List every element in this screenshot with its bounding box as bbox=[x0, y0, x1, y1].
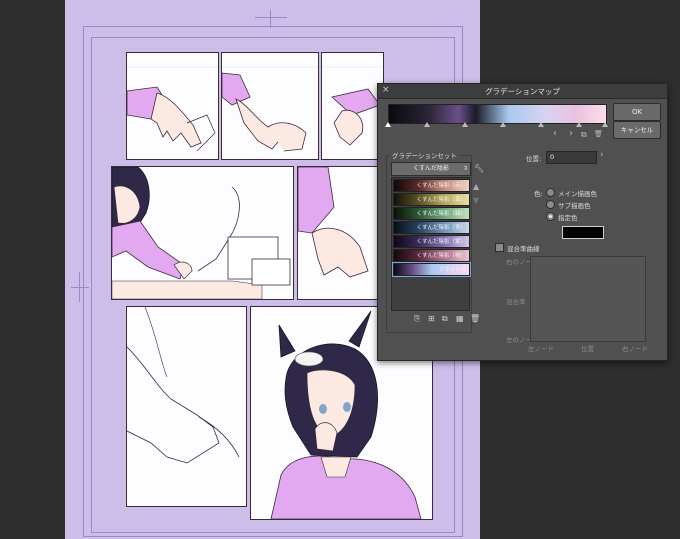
gradient-set-dropdown[interactable]: くすんだ陰影 ⇕ bbox=[391, 162, 471, 176]
crop-mark-left bbox=[71, 287, 89, 288]
radio-main-color[interactable] bbox=[546, 188, 555, 197]
bottom-right-node-label: 右ノード bbox=[622, 345, 648, 353]
crop-mark-top bbox=[270, 10, 271, 28]
position-chevron-icon[interactable]: › bbox=[600, 150, 604, 160]
gradient-stop-1[interactable] bbox=[424, 122, 430, 127]
mix-curve-label: 混合率曲線 bbox=[507, 245, 540, 253]
gradient-stop-3[interactable] bbox=[500, 122, 506, 127]
panel-1-hands[interactable] bbox=[126, 52, 219, 160]
gradient-item-label: くすんだ陰影（青） bbox=[416, 225, 466, 231]
mix-rate-label: 混合率 bbox=[506, 298, 526, 306]
gradient-stop-6[interactable] bbox=[602, 122, 608, 127]
gradient-item-label: くすんだ陰影（紫） bbox=[416, 239, 466, 245]
new-gradient-icon[interactable]: ⊞ bbox=[428, 314, 435, 323]
radio-specified-color-label: 指定色 bbox=[558, 214, 578, 222]
wrench-icon[interactable]: 🔧︎ bbox=[474, 164, 484, 173]
gradient-set-list[interactable]: くすんだ陰影（赤） くすんだ陰影（黄） くすんだ陰影（緑） くすんだ陰影（青） … bbox=[391, 177, 471, 311]
gradient-item-4[interactable]: くすんだ陰影（紫） bbox=[393, 235, 470, 248]
gradient-stop-5[interactable] bbox=[576, 122, 582, 127]
gradient-stop-4[interactable] bbox=[538, 122, 544, 127]
gradient-preview-bar[interactable] bbox=[388, 104, 607, 124]
dialog-titlebar[interactable]: × グラデーションマップ bbox=[378, 84, 667, 99]
mix-curve-checkbox[interactable] bbox=[495, 243, 504, 252]
cancel-button[interactable]: キャンセル bbox=[613, 121, 661, 139]
gradient-item-label: フラッシュ bbox=[438, 267, 466, 273]
gradient-stop-2[interactable] bbox=[462, 122, 468, 127]
radio-sub-color-label: サブ描画色 bbox=[558, 202, 591, 210]
mix-curve-graph[interactable] bbox=[530, 256, 646, 342]
gradient-item-0[interactable]: くすんだ陰影（赤） bbox=[393, 179, 470, 192]
position-label: 位置: bbox=[526, 155, 542, 163]
move-up-icon[interactable]: ▲ bbox=[473, 182, 479, 191]
gradient-item-1[interactable]: くすんだ陰影（黄） bbox=[393, 193, 470, 206]
gradient-item-2[interactable]: くすんだ陰影（緑） bbox=[393, 207, 470, 220]
dropdown-chevron-icon: ⇕ bbox=[462, 165, 468, 172]
trash-icon[interactable]: 🗑 bbox=[470, 314, 480, 323]
gradient-stop-0[interactable] bbox=[385, 122, 391, 127]
panel-4-girl-desk[interactable] bbox=[111, 166, 294, 300]
crop-mark-left-v bbox=[79, 272, 80, 302]
gradient-item-5[interactable]: くすんだ陰影（桃） bbox=[393, 249, 470, 262]
gradient-item-label: くすんだ陰影（緑） bbox=[416, 211, 466, 217]
ok-button[interactable]: OK bbox=[613, 103, 661, 121]
crop-mark-top-h bbox=[255, 17, 287, 18]
panel-5-hands[interactable] bbox=[297, 166, 384, 300]
next-stop-icon[interactable]: › bbox=[569, 128, 573, 139]
bottom-left-node-label: 左ノード bbox=[528, 345, 554, 353]
panel-6-hands-lineart[interactable] bbox=[126, 306, 247, 507]
copy-gradient-icon[interactable]: ⧉ bbox=[442, 314, 448, 324]
gradient-item-label: くすんだ陰影（赤） bbox=[416, 183, 466, 189]
specified-color-swatch[interactable] bbox=[562, 226, 604, 239]
prev-stop-icon[interactable]: ‹ bbox=[553, 128, 557, 139]
color-label: 色: bbox=[534, 190, 543, 198]
move-down-icon[interactable]: ▼ bbox=[473, 196, 479, 205]
gradient-map-dialog[interactable]: × グラデーションマップ ‹ › ⧉ 🗑 OK キャンセル グラデーションセット… bbox=[377, 83, 668, 361]
gradient-item-label: くすんだ陰影（黄） bbox=[416, 197, 466, 203]
panel-3-hands[interactable] bbox=[321, 52, 384, 160]
radio-sub-color[interactable] bbox=[546, 200, 555, 209]
gradient-set-label: グラデーションセット bbox=[390, 150, 459, 160]
dialog-title: グラデーションマップ bbox=[485, 87, 560, 96]
gradient-item-6[interactable]: フラッシュ bbox=[392, 262, 471, 277]
panel-2-hands[interactable] bbox=[221, 52, 319, 160]
gradient-set-selected: くすんだ陰影 bbox=[412, 165, 449, 172]
radio-main-color-label: メイン描画色 bbox=[558, 190, 597, 198]
bottom-position-label: 位置 bbox=[581, 345, 594, 353]
radio-specified-color[interactable] bbox=[546, 212, 555, 221]
duplicate-stop-icon[interactable]: ⧉ bbox=[581, 130, 587, 140]
gradient-item-3[interactable]: くすんだ陰影（青） bbox=[393, 221, 470, 234]
save-gradient-icon[interactable]: ▦ bbox=[456, 314, 464, 323]
gradient-item-label: くすんだ陰影（桃） bbox=[416, 253, 466, 259]
add-set-icon[interactable]: ⎘ bbox=[414, 314, 420, 324]
delete-stop-icon[interactable]: 🗑 bbox=[594, 130, 603, 138]
position-input[interactable]: 0 bbox=[546, 151, 597, 164]
